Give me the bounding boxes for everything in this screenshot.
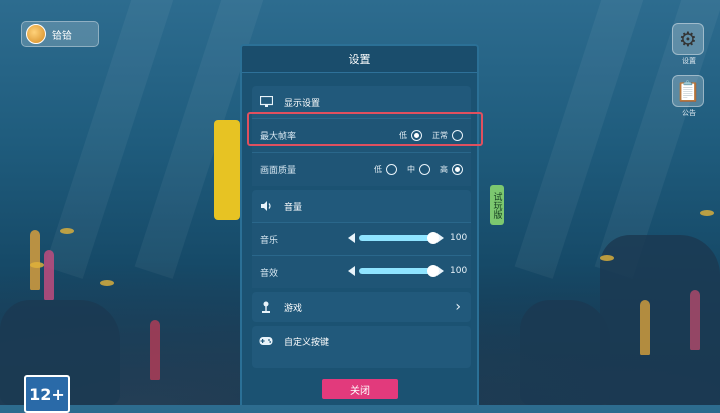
notice-button[interactable]: 📋 bbox=[672, 75, 704, 107]
user-profile-chip[interactable]: 铪铪 bbox=[21, 21, 99, 47]
sfx-slider-knob[interactable] bbox=[427, 265, 439, 277]
speaker-icon bbox=[258, 198, 274, 214]
gear-icon: ⚙ bbox=[679, 27, 697, 51]
notice-button-label: 公告 bbox=[682, 109, 696, 117]
settings-button-label: 设置 bbox=[682, 57, 696, 65]
age-rating-badge: 12+ bbox=[24, 375, 70, 413]
settings-button[interactable]: ⚙ bbox=[672, 23, 704, 55]
volume-section: 音量 音乐 100 音效 100 bbox=[252, 190, 471, 288]
sfx-slider[interactable]: 100 bbox=[348, 265, 468, 277]
music-value: 100 bbox=[450, 233, 468, 243]
settings-dialog: 设置 显示设置 最大帧率 低 正常 画面质量 低 中 高 音量 音乐 100 音… bbox=[240, 44, 479, 405]
sfx-label: 音效 bbox=[260, 268, 279, 279]
quality-low-option[interactable]: 低 bbox=[374, 164, 397, 175]
notes-icon: 📋 bbox=[675, 79, 701, 103]
music-slider[interactable]: 100 bbox=[348, 232, 468, 244]
sfx-row: 音效 100 bbox=[252, 255, 471, 288]
game-row[interactable]: 游戏 › bbox=[252, 292, 471, 322]
fps-normal-option[interactable]: 正常 bbox=[432, 130, 463, 141]
monitor-icon bbox=[258, 94, 274, 110]
game-logo-fragment bbox=[214, 120, 240, 220]
game-section[interactable]: 游戏 › bbox=[252, 292, 471, 322]
dialog-title: 设置 bbox=[242, 46, 477, 73]
close-button[interactable]: 关闭 bbox=[322, 379, 398, 399]
max-fps-row: 最大帧率 低 正常 bbox=[252, 118, 471, 152]
display-settings-title: 显示设置 bbox=[284, 98, 321, 109]
music-row: 音乐 100 bbox=[252, 222, 471, 255]
quality-row: 画面质量 低 中 高 bbox=[252, 152, 471, 186]
gamepad-icon bbox=[258, 333, 274, 349]
avatar bbox=[26, 24, 46, 44]
quality-high-radio[interactable] bbox=[452, 164, 463, 175]
custom-keys-section[interactable]: 自定义按键 bbox=[252, 326, 471, 368]
quality-medium-option[interactable]: 中 bbox=[407, 164, 430, 175]
fps-low-option[interactable]: 低 bbox=[399, 130, 422, 141]
custom-keys-title: 自定义按键 bbox=[284, 337, 330, 348]
game-title: 游戏 bbox=[284, 303, 303, 314]
trial-version-tag: 试玩版 bbox=[490, 185, 504, 225]
quality-low-radio[interactable] bbox=[386, 164, 397, 175]
chevron-right-icon[interactable]: › bbox=[455, 299, 461, 315]
sfx-slider-track[interactable] bbox=[359, 265, 439, 277]
quality-high-option[interactable]: 高 bbox=[440, 164, 463, 175]
music-label: 音乐 bbox=[260, 235, 279, 246]
display-settings-section: 显示设置 最大帧率 低 正常 画面质量 低 中 高 bbox=[252, 86, 471, 186]
quality-medium-radio[interactable] bbox=[419, 164, 430, 175]
sfx-decrease-arrow[interactable] bbox=[348, 266, 355, 276]
quality-label: 画面质量 bbox=[260, 166, 297, 176]
music-slider-knob[interactable] bbox=[427, 232, 439, 244]
display-settings-header: 显示设置 bbox=[252, 86, 471, 118]
sfx-value: 100 bbox=[450, 266, 468, 276]
max-fps-label: 最大帧率 bbox=[260, 132, 297, 142]
music-decrease-arrow[interactable] bbox=[348, 233, 355, 243]
fps-low-radio[interactable] bbox=[411, 130, 422, 141]
volume-header: 音量 bbox=[252, 190, 471, 222]
joystick-icon bbox=[258, 299, 274, 315]
music-slider-track[interactable] bbox=[359, 232, 439, 244]
volume-title: 音量 bbox=[284, 202, 303, 213]
fps-normal-radio[interactable] bbox=[452, 130, 463, 141]
user-name: 铪铪 bbox=[52, 30, 72, 42]
custom-keys-row[interactable]: 自定义按键 bbox=[252, 326, 471, 356]
